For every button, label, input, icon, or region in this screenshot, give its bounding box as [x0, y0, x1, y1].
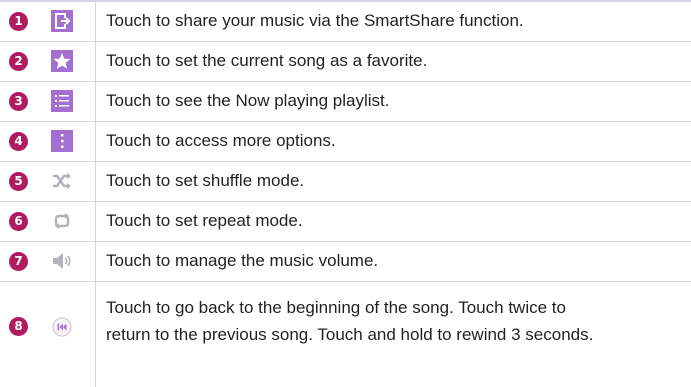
table-row: 8 Touch to go back to the beginning of t…	[0, 282, 691, 387]
row-description: Touch to see the Now playing playlist.	[106, 91, 390, 110]
description-cell: Touch to access more options.	[106, 122, 687, 161]
number-badge: 3	[9, 92, 28, 111]
number-cell: 8	[0, 282, 42, 387]
row-description: Touch to share your music via the SmartS…	[106, 11, 524, 30]
icon-cell	[42, 282, 96, 387]
row-description: Touch to manage the music volume.	[106, 251, 379, 270]
table-row: 5 Touch to set shuffle mode.	[0, 162, 691, 202]
table-row: 3 Touch to see the Now playing playlist.	[0, 82, 691, 122]
row-description: Touch to set repeat mode.	[106, 211, 303, 230]
table-row: 1 Touch to share your music via the Smar…	[0, 2, 691, 42]
icon-cell	[42, 82, 96, 121]
number-badge: 2	[9, 52, 28, 71]
more-options-icon	[51, 130, 73, 152]
repeat-icon	[50, 209, 74, 233]
shuffle-icon	[50, 169, 74, 193]
table-row: 7 Touch to manage the music volume.	[0, 242, 691, 282]
table-row: 4 Touch to access more options.	[0, 122, 691, 162]
icon-cell	[42, 42, 96, 81]
icon-cell	[42, 2, 96, 41]
number-cell: 2	[0, 42, 42, 81]
number-badge: 8	[9, 317, 28, 336]
number-cell: 6	[0, 202, 42, 241]
table-row: 6 Touch to set repeat mode.	[0, 202, 691, 242]
number-cell: 7	[0, 242, 42, 281]
description-cell: Touch to share your music via the SmartS…	[106, 2, 687, 41]
number-cell: 1	[0, 2, 42, 41]
number-badge: 5	[9, 172, 28, 191]
icon-cell	[42, 122, 96, 161]
number-cell: 4	[0, 122, 42, 161]
number-badge: 7	[9, 252, 28, 271]
number-cell: 5	[0, 162, 42, 201]
playlist-icon	[51, 90, 73, 112]
row-description: Touch to set the current song as a favor…	[106, 51, 428, 70]
icon-cell	[42, 242, 96, 281]
description-cell: Touch to set repeat mode.	[106, 202, 687, 241]
row-description: Touch to set shuffle mode.	[106, 171, 305, 190]
row-description-line: return to the previous song. Touch and h…	[106, 325, 594, 344]
description-cell: Touch to manage the music volume.	[106, 242, 687, 281]
icon-cell	[42, 202, 96, 241]
description-cell: Touch to set shuffle mode.	[106, 162, 687, 201]
number-badge: 6	[9, 212, 28, 231]
table-row: 2 Touch to set the current song as a fav…	[0, 42, 691, 82]
volume-icon	[50, 249, 74, 273]
description-cell: Touch to see the Now playing playlist.	[106, 82, 687, 121]
row-description: Touch to access more options.	[106, 131, 336, 150]
icon-legend-table: 1 Touch to share your music via the Smar…	[0, 0, 691, 387]
number-badge: 1	[9, 12, 28, 31]
number-cell: 3	[0, 82, 42, 121]
star-icon	[51, 50, 73, 72]
share-icon	[51, 10, 73, 32]
rewind-icon	[50, 315, 74, 339]
description-cell: Touch to go back to the beginning of the…	[106, 282, 687, 387]
icon-cell	[42, 162, 96, 201]
number-badge: 4	[9, 132, 28, 151]
description-cell: Touch to set the current song as a favor…	[106, 42, 687, 81]
row-description-line: Touch to go back to the beginning of the…	[106, 298, 566, 317]
